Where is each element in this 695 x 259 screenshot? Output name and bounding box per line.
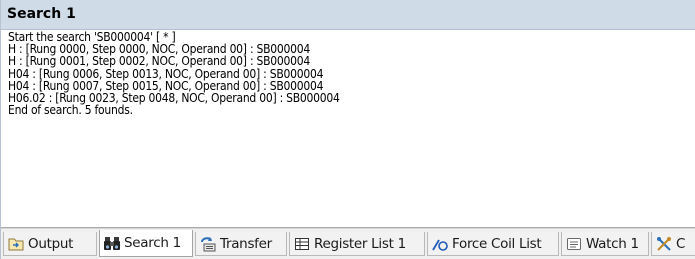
search-result-line[interactable]: H : [Rung 0001, Step 0002, NOC, Operand … bbox=[8, 55, 695, 67]
panel-title: Search 1 bbox=[7, 6, 76, 22]
tab-label: Force Coil List bbox=[452, 235, 542, 252]
search-result-line[interactable]: H04 : [Rung 0006, Step 0013, NOC, Operan… bbox=[8, 67, 695, 79]
tab-label: Output bbox=[28, 235, 74, 252]
search-results-area[interactable]: Start the search 'SB000004' [ * ] H : [R… bbox=[1, 30, 695, 228]
search-result-line[interactable]: End of search. 5 founds. bbox=[8, 104, 695, 116]
force-coil-icon bbox=[431, 235, 449, 253]
register-list-icon bbox=[293, 235, 311, 253]
tab-label: C bbox=[676, 235, 686, 252]
binoculars-icon bbox=[103, 234, 121, 252]
tab-transfer[interactable]: Transfer bbox=[195, 232, 287, 256]
tab-register-list-1[interactable]: Register List 1 bbox=[289, 232, 425, 256]
search-panel: Search 1 Start the search 'SB000004' [ *… bbox=[0, 0, 695, 259]
tab-label: Watch 1 bbox=[586, 235, 639, 252]
watch-icon bbox=[565, 235, 583, 253]
transfer-icon bbox=[199, 235, 217, 253]
tab-truncated[interactable]: C bbox=[651, 232, 695, 256]
output-icon bbox=[7, 235, 25, 253]
tab-output[interactable]: Output bbox=[3, 232, 97, 256]
tab-force-coil-list[interactable]: Force Coil List bbox=[427, 232, 559, 256]
tools-icon bbox=[655, 235, 673, 253]
panel-title-bar: Search 1 bbox=[1, 0, 695, 30]
tab-label: Register List 1 bbox=[314, 235, 406, 252]
bottom-tab-strip: Output Search 1 Transfer Register List 1… bbox=[1, 228, 695, 259]
tab-search-1[interactable]: Search 1 bbox=[99, 230, 193, 257]
tab-label: Search 1 bbox=[124, 235, 181, 251]
tab-label: Transfer bbox=[220, 235, 272, 252]
tab-watch-1[interactable]: Watch 1 bbox=[561, 232, 649, 256]
